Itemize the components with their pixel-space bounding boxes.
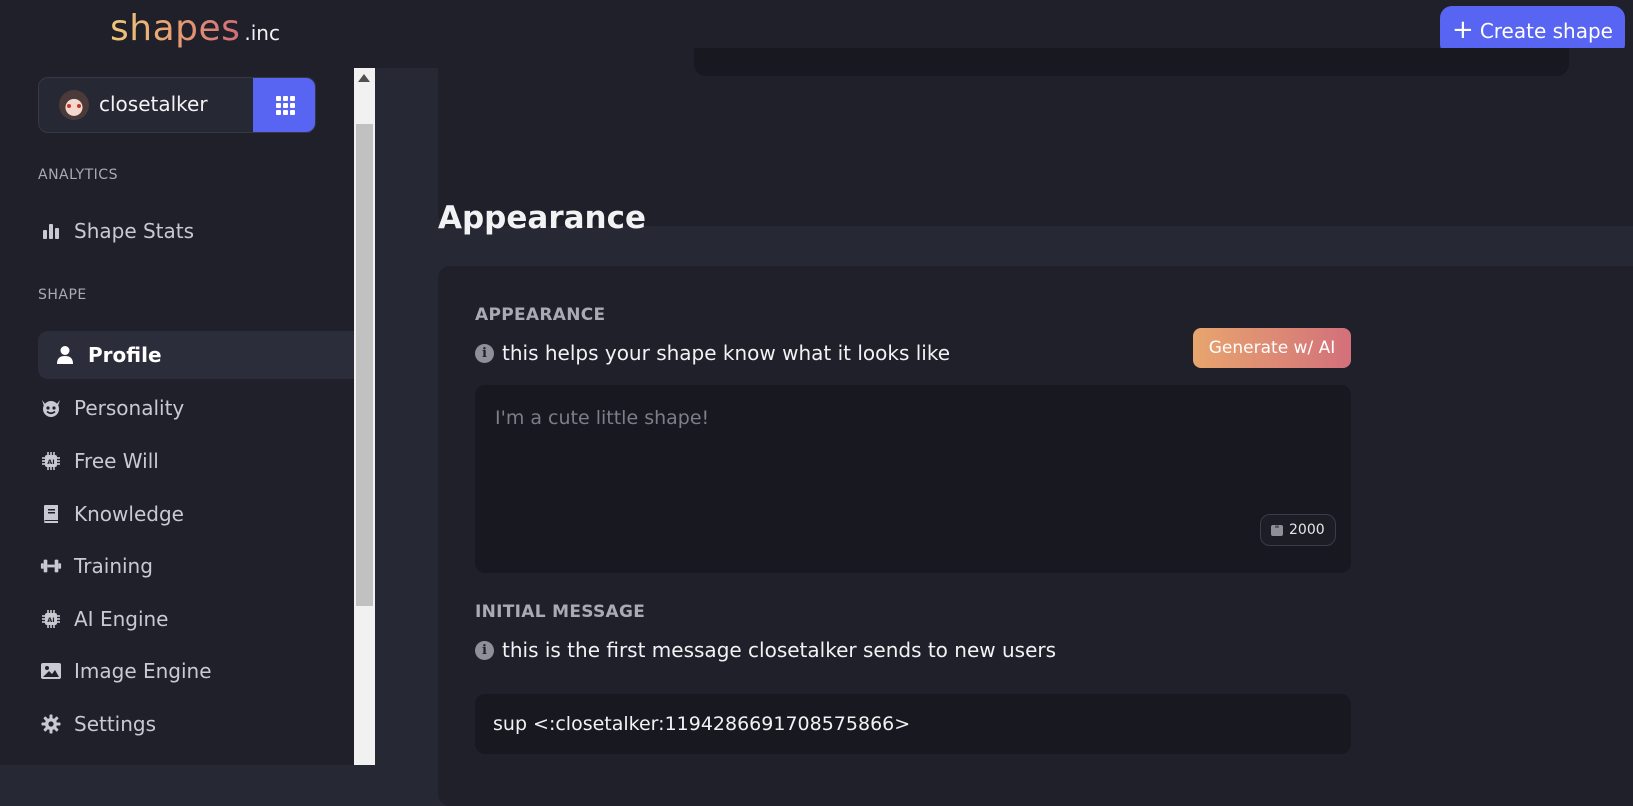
sidebar-item-profile[interactable]: Profile: [38, 331, 354, 379]
grid-icon: [275, 95, 295, 115]
info-icon[interactable]: i: [475, 343, 494, 363]
sidebar-item-label: Training: [74, 554, 153, 578]
user-icon: [54, 344, 76, 366]
analytics-section-label: ANALYTICS: [38, 167, 118, 183]
sidebar-item-label: Personality: [74, 396, 185, 420]
char-count-badge: " 2000: [1260, 514, 1336, 546]
main-content: Appearance APPEARANCE i this helps your …: [375, 48, 1633, 806]
appearance-hint-text: this helps your shape know what it looks…: [502, 341, 951, 365]
initial-message-input[interactable]: sup <:closetalker:1194286691708575866>: [475, 694, 1351, 754]
char-count-value: 2000: [1289, 522, 1325, 538]
appearance-field-label: APPEARANCE: [475, 305, 606, 325]
sidebar-item-label: Knowledge: [74, 502, 184, 526]
initial-message-hint: i this is the first message closetalker …: [475, 638, 1056, 662]
devil-face-icon: [40, 397, 62, 419]
ai-chip-icon: AI: [40, 608, 62, 630]
scroll-up-icon[interactable]: [358, 74, 370, 82]
shapes-logo[interactable]: shapes .inc: [110, 8, 280, 49]
sidebar-item-image-engine[interactable]: Image Engine: [38, 647, 354, 695]
initial-message-hint-text: this is the first message closetalker se…: [502, 638, 1057, 662]
logo-wordmark: shapes: [110, 8, 241, 49]
info-icon[interactable]: i: [475, 640, 494, 660]
sidebar-item-settings[interactable]: Settings: [38, 700, 354, 748]
ai-chip-icon: AI: [40, 450, 62, 472]
sidebar-scrollbar[interactable]: [354, 68, 375, 765]
appearance-placeholder: I'm a cute little shape!: [495, 407, 710, 429]
sidebar: closetalker ANALYTICS Shape Stats SHAPE …: [0, 68, 354, 765]
appearance-hint: i this helps your shape know what it loo…: [475, 341, 950, 365]
sidebar-item-free-will[interactable]: AI Free Will: [38, 437, 354, 485]
apps-grid-button[interactable]: [253, 78, 315, 132]
appearance-textarea[interactable]: I'm a cute little shape! " 2000: [475, 385, 1351, 573]
sidebar-item-label: Settings: [74, 712, 157, 736]
quote-icon: ": [1271, 524, 1283, 536]
sidebar-item-label: AI Engine: [74, 607, 169, 631]
sidebar-item-training[interactable]: Training: [38, 542, 354, 590]
gear-icon: [40, 713, 62, 735]
dumbbell-icon: [40, 555, 62, 577]
shape-name: closetalker: [99, 92, 208, 116]
book-icon: [40, 503, 62, 525]
avatar: [59, 90, 89, 120]
logo-suffix: .inc: [244, 21, 280, 45]
scrollbar-thumb[interactable]: [356, 124, 373, 606]
shape-section-label: SHAPE: [38, 287, 87, 303]
sidebar-item-label: Free Will: [74, 449, 159, 473]
bar-chart-icon: [40, 220, 62, 242]
initial-message-value: sup <:closetalker:1194286691708575866>: [493, 713, 911, 735]
sidebar-item-label: Profile: [88, 343, 162, 367]
sidebar-item-ai-engine[interactable]: AI AI Engine: [38, 595, 354, 643]
image-icon: [40, 660, 62, 682]
sidebar-item-label: Image Engine: [74, 659, 212, 683]
sidebar-item-personality[interactable]: Personality: [38, 384, 354, 432]
initial-message-field-label: INITIAL MESSAGE: [475, 602, 646, 622]
generate-with-ai-button[interactable]: Generate w/ AI: [1193, 328, 1351, 368]
page-section-title: Appearance: [438, 200, 646, 236]
shape-switcher[interactable]: closetalker: [38, 77, 316, 133]
sidebar-item-label: Shape Stats: [74, 219, 195, 243]
svg-text:AI: AI: [47, 616, 54, 624]
create-shape-label: Create shape: [1479, 19, 1613, 43]
previous-section-field: [694, 48, 1569, 76]
sidebar-item-knowledge[interactable]: Knowledge: [38, 490, 354, 538]
plus-icon: +: [1452, 15, 1474, 45]
svg-text:AI: AI: [47, 458, 54, 466]
sidebar-item-shape-stats[interactable]: Shape Stats: [38, 207, 354, 255]
appearance-card: APPEARANCE i this helps your shape know …: [438, 266, 1633, 806]
